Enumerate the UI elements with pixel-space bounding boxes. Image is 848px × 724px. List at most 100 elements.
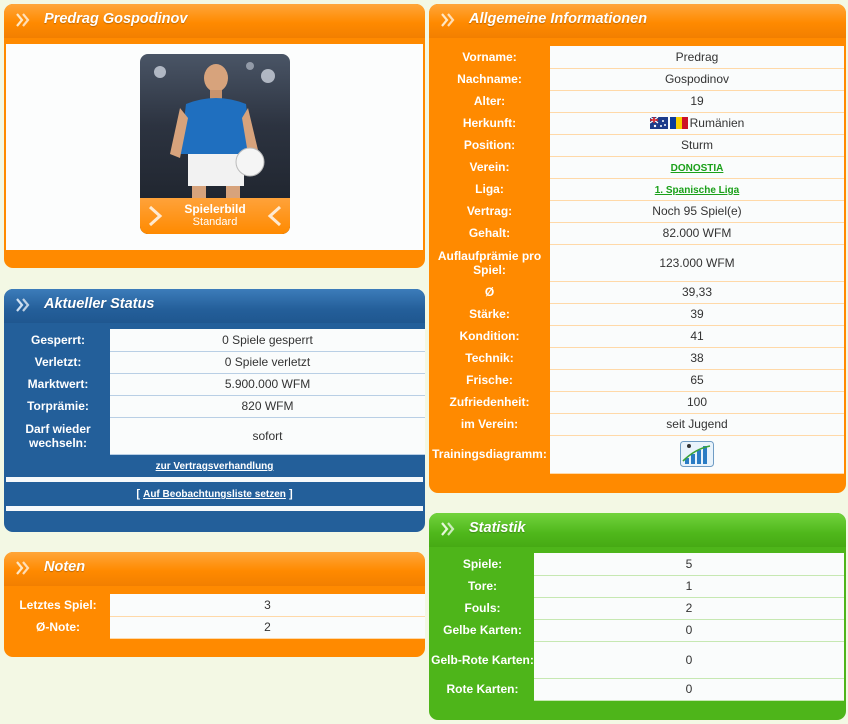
info-value bbox=[550, 435, 844, 474]
table-row: Liga: 1. Spanische Liga bbox=[429, 178, 844, 201]
info-label: Position: bbox=[463, 138, 516, 152]
general-info-title: Allgemeine Informationen bbox=[469, 11, 648, 27]
player-panel-header: Predrag Gospodinov bbox=[4, 4, 425, 38]
info-value: 100 bbox=[550, 391, 844, 414]
info-value: seit Jugend bbox=[550, 413, 844, 436]
info-value: Predrag bbox=[550, 46, 844, 69]
status-label: Torprämie: bbox=[27, 399, 89, 413]
table-row: Gelb-Rote Karten: 0 bbox=[431, 641, 844, 679]
table-row: Spiele: 5 bbox=[431, 553, 844, 576]
flag-romania-icon bbox=[669, 117, 688, 129]
general-info-table: Vorname: Predrag Nachname: Gospodinov Al… bbox=[429, 46, 844, 474]
general-info-header: Allgemeine Informationen bbox=[429, 4, 846, 38]
stat-label: Gelb-Rote Karten: bbox=[431, 652, 534, 667]
info-label: Herkunft: bbox=[462, 116, 517, 130]
divider bbox=[6, 477, 423, 482]
status-title: Aktueller Status bbox=[44, 296, 155, 312]
table-row: Gesperrt: 0 Spiele gesperrt bbox=[6, 329, 425, 352]
info-label: Stärke: bbox=[469, 307, 510, 321]
grades-panel: Noten Letztes Spiel: 3 Ø-Note: 2 bbox=[4, 552, 425, 657]
table-row: Gelbe Karten: 0 bbox=[431, 619, 844, 642]
table-row: Gehalt: 82.000 WFM bbox=[429, 222, 844, 245]
player-silhouette-icon bbox=[154, 62, 275, 199]
stat-value: 0 bbox=[534, 619, 844, 642]
status-label: Verletzt: bbox=[34, 355, 82, 369]
info-value: 19 bbox=[550, 90, 844, 113]
table-row: Technik: 38 bbox=[429, 347, 844, 370]
info-value: 82.000 WFM bbox=[550, 222, 844, 245]
status-value: 0 Spiele verletzt bbox=[110, 351, 425, 374]
info-label: Auflaufprämie pro Spiel: bbox=[437, 248, 542, 277]
info-value: Noch 95 Spiel(e) bbox=[550, 200, 844, 223]
status-label: Gesperrt: bbox=[30, 333, 86, 347]
status-label: Darf wieder wechseln: bbox=[25, 421, 91, 450]
table-row: Torprämie: 820 WFM bbox=[6, 395, 425, 418]
info-label: Vorname: bbox=[462, 50, 517, 64]
stats-panel-header: Statistik bbox=[429, 513, 846, 547]
grades-table: Letztes Spiel: 3 Ø-Note: 2 bbox=[6, 594, 425, 639]
player-image[interactable]: Spielerbild Standard bbox=[140, 54, 290, 234]
double-chevron-icon bbox=[441, 13, 455, 27]
info-label: Trainingsdiagramm: bbox=[432, 447, 547, 461]
table-row: Fouls: 2 bbox=[431, 597, 844, 620]
status-value: 5.900.000 WFM bbox=[110, 373, 425, 396]
double-chevron-icon bbox=[16, 13, 30, 27]
info-label: Nachname: bbox=[457, 72, 522, 86]
stat-value: 0 bbox=[534, 641, 844, 679]
double-chevron-icon bbox=[441, 522, 455, 536]
player-image-label: Spielerbild Standard bbox=[140, 198, 290, 234]
grade-value: 3 bbox=[110, 594, 425, 617]
table-row: Darf wieder wechseln: sofort bbox=[6, 417, 425, 455]
table-row: Stärke: 39 bbox=[429, 303, 844, 326]
club-link[interactable]: DONOSTIA bbox=[671, 163, 724, 174]
info-value-origin: Rumänien bbox=[550, 112, 844, 135]
player-name-title: Predrag Gospodinov bbox=[44, 11, 188, 27]
status-panel-header: Aktueller Status bbox=[4, 289, 425, 323]
table-row: Frische: 65 bbox=[429, 369, 844, 392]
info-label: Ø bbox=[484, 285, 495, 299]
divider bbox=[6, 506, 423, 511]
status-value: 0 Spiele gesperrt bbox=[110, 329, 425, 352]
left-chevron-icon bbox=[148, 205, 163, 227]
double-chevron-icon bbox=[16, 561, 30, 575]
stat-label: Tore: bbox=[467, 579, 498, 593]
info-label: Alter: bbox=[473, 94, 506, 108]
table-row: Verein: DONOSTIA bbox=[429, 156, 844, 179]
table-row: im Verein: seit Jugend bbox=[429, 413, 844, 436]
status-value: sofort bbox=[110, 417, 425, 455]
info-label: Gehalt: bbox=[468, 226, 511, 240]
stats-table: Spiele: 5 Tore: 1 Fouls: 2 Gelbe Karten:… bbox=[431, 553, 844, 701]
right-chevron-icon bbox=[267, 205, 282, 227]
flag-australia-icon bbox=[649, 117, 668, 129]
contract-negotiation-link[interactable]: zur Vertragsverhandlung bbox=[156, 461, 274, 472]
status-table: Gesperrt: 0 Spiele gesperrt Verletzt: 0 … bbox=[6, 329, 425, 455]
add-to-watchlist-link[interactable]: Auf Beobachtungsliste setzen bbox=[143, 489, 286, 500]
bar-chart-icon[interactable] bbox=[680, 441, 714, 467]
info-value: 1. Spanische Liga bbox=[550, 178, 844, 201]
grade-label: Letztes Spiel: bbox=[19, 598, 97, 612]
stat-label: Fouls: bbox=[464, 601, 501, 615]
info-label: Zufriedenheit: bbox=[449, 395, 530, 409]
grades-title: Noten bbox=[44, 559, 86, 575]
info-label: Kondition: bbox=[459, 329, 520, 343]
info-value: 38 bbox=[550, 347, 844, 370]
status-value: 820 WFM bbox=[110, 395, 425, 418]
info-label: Frische: bbox=[466, 373, 513, 387]
table-row: Trainingsdiagramm: bbox=[429, 435, 844, 474]
grade-value: 2 bbox=[110, 616, 425, 639]
table-row: Tore: 1 bbox=[431, 575, 844, 598]
info-value: Gospodinov bbox=[550, 68, 844, 91]
player-panel: Predrag Gospodinov Spielerbild Standard bbox=[4, 4, 425, 268]
info-label: Liga: bbox=[475, 182, 504, 196]
info-label: Vertrag: bbox=[466, 204, 513, 218]
table-row: Zufriedenheit: 100 bbox=[429, 391, 844, 414]
info-value: 41 bbox=[550, 325, 844, 348]
table-row: Rote Karten: 0 bbox=[431, 678, 844, 701]
table-row: Marktwert: 5.900.000 WFM bbox=[6, 373, 425, 396]
league-link[interactable]: 1. Spanische Liga bbox=[655, 185, 739, 196]
stat-label: Rote Karten: bbox=[446, 682, 519, 696]
general-info-panel: Allgemeine Informationen Vorname: Predra… bbox=[429, 4, 846, 493]
watchlist-bracket-close: ] bbox=[288, 488, 293, 500]
table-row: Ø-Note: 2 bbox=[6, 616, 425, 639]
stat-value: 5 bbox=[534, 553, 844, 576]
